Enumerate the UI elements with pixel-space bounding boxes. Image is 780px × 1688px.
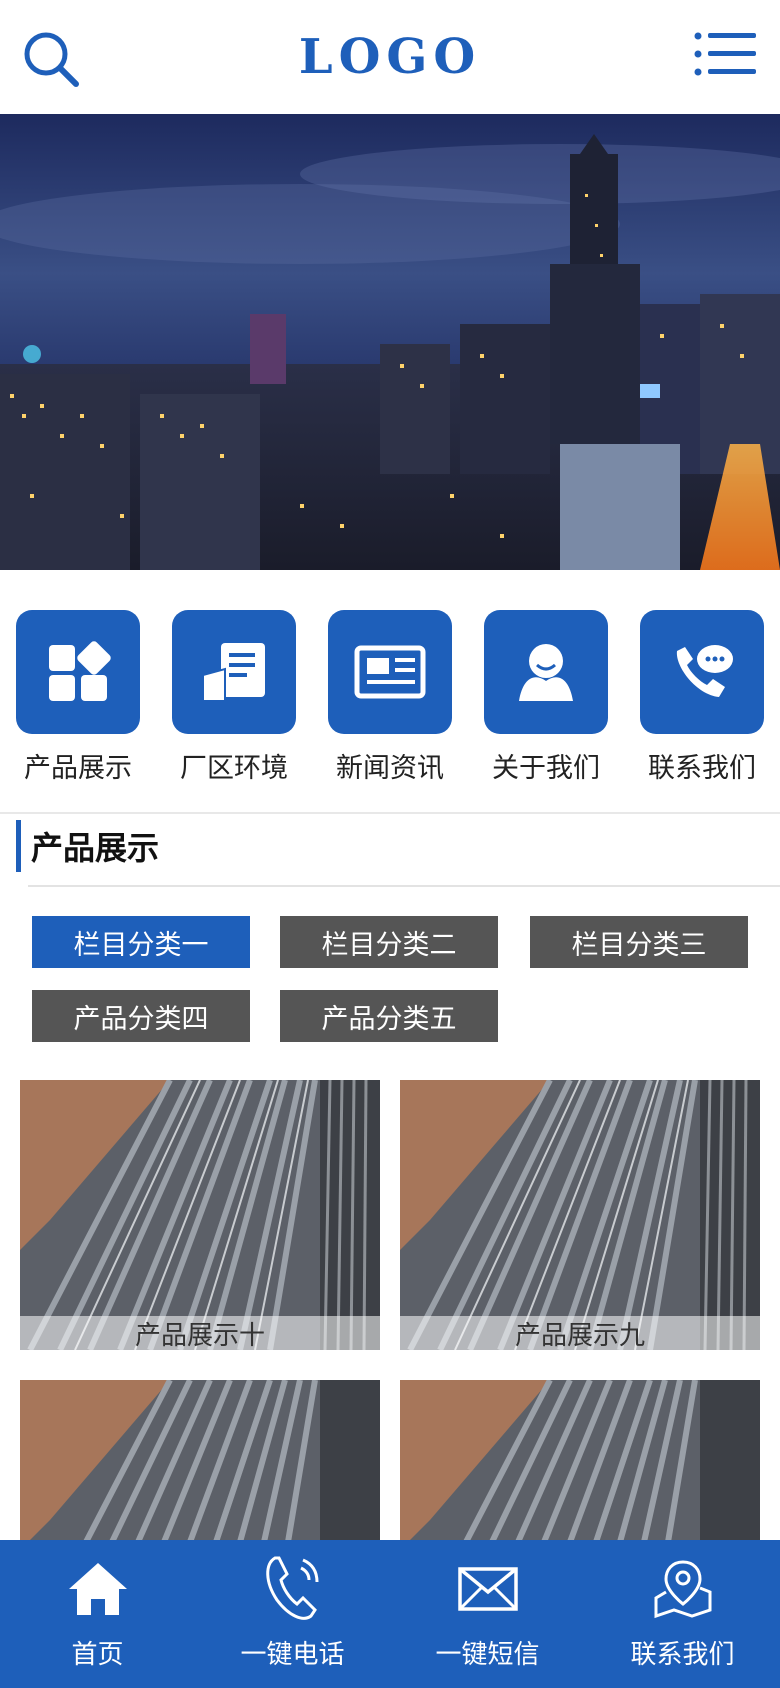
section-header: 产品展示 (16, 820, 159, 872)
banner-image[interactable] (0, 114, 780, 570)
quick-nav-label: 关于我们 (492, 753, 600, 784)
phone-icon (258, 1554, 328, 1624)
product-caption: 产品展示九 (400, 1316, 760, 1350)
category-tab-2[interactable]: 栏目分类二 (280, 916, 498, 968)
person-icon (484, 610, 608, 734)
quick-nav-label: 产品展示 (24, 753, 132, 784)
quick-nav: 产品展示 厂区环境 新闻资讯 关于我们 联系我们 (0, 610, 780, 785)
bottom-tab-label: 首页 (71, 1640, 124, 1670)
product-card[interactable]: 产品展示九 (400, 1080, 760, 1350)
quick-nav-factory[interactable]: 厂区环境 (172, 610, 296, 785)
section-accent-bar (16, 820, 21, 872)
category-tab-5[interactable]: 产品分类五 (280, 990, 498, 1042)
mail-icon (453, 1554, 523, 1624)
product-card[interactable]: 产品展示十 (20, 1080, 380, 1350)
home-icon (63, 1554, 133, 1624)
bottom-tab-bar: 首页 一键电话 一键短信 联系我们 (0, 1540, 780, 1688)
menu-icon (694, 32, 756, 76)
logo[interactable]: LOGO (299, 29, 481, 85)
bottom-tab-home[interactable]: 首页 (0, 1540, 195, 1688)
search-button[interactable] (22, 30, 82, 90)
product-image (20, 1080, 380, 1350)
quick-nav-contact[interactable]: 联系我们 (640, 610, 764, 785)
divider (0, 812, 780, 814)
bottom-tab-sms[interactable]: 一键短信 (390, 1540, 585, 1688)
grid-icon (16, 610, 140, 734)
map-pin-icon (648, 1554, 718, 1624)
section-title: 产品展示 (31, 829, 160, 867)
bottom-tab-label: 一键电话 (240, 1640, 345, 1670)
quick-nav-label: 新闻资讯 (336, 753, 444, 784)
newspaper-icon (328, 610, 452, 734)
quick-nav-label: 厂区环境 (180, 753, 288, 784)
bottom-tab-call[interactable]: 一键电话 (195, 1540, 390, 1688)
phone-chat-icon (640, 610, 764, 734)
bottom-tab-label: 一键短信 (435, 1640, 540, 1670)
quick-nav-label: 联系我们 (648, 753, 756, 784)
category-tab-4[interactable]: 产品分类四 (32, 990, 250, 1042)
menu-button[interactable] (694, 30, 758, 80)
bottom-tab-contact[interactable]: 联系我们 (585, 1540, 780, 1688)
bottom-tab-label: 联系我们 (630, 1640, 735, 1670)
quick-nav-products[interactable]: 产品展示 (16, 610, 140, 785)
category-tab-3[interactable]: 栏目分类三 (530, 916, 748, 968)
product-image (400, 1080, 760, 1350)
section-underline (28, 885, 780, 887)
header: LOGO (0, 0, 780, 114)
search-icon (24, 32, 79, 87)
product-caption: 产品展示十 (20, 1316, 380, 1350)
category-tab-1[interactable]: 栏目分类一 (32, 916, 250, 968)
document-icon (172, 610, 296, 734)
quick-nav-about[interactable]: 关于我们 (484, 610, 608, 785)
quick-nav-news[interactable]: 新闻资讯 (328, 610, 452, 785)
